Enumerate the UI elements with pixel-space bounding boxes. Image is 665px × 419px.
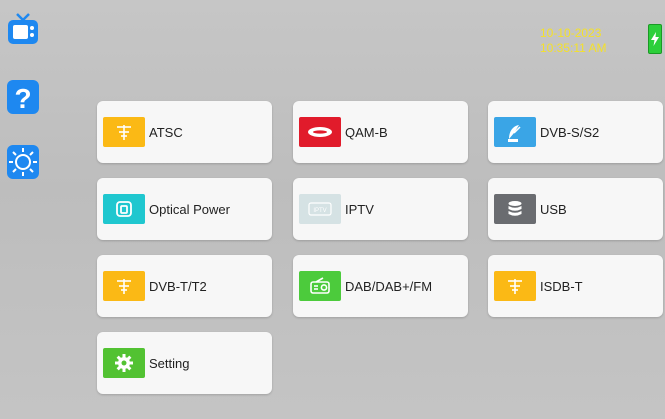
svg-text:?: ? — [14, 83, 31, 114]
iptv-icon: IPTV — [299, 194, 341, 224]
menu-item-dvb-t-t2[interactable]: DVB-T/T2 — [97, 255, 272, 317]
menu-item-label: DVB-S/S2 — [540, 124, 600, 140]
menu-item-label: IPTV — [345, 201, 374, 217]
menu-item-optical-power[interactable]: Optical Power — [97, 178, 272, 240]
datetime-display: 10-10-2023 10:35:11 AM — [540, 26, 607, 56]
optical-port-icon — [103, 194, 145, 224]
menu-item-isdb-t[interactable]: ISDB-T — [488, 255, 663, 317]
menu-item-label: Optical Power — [149, 201, 230, 217]
antenna-icon — [103, 117, 145, 147]
menu-item-qam-b[interactable]: QAM-B — [293, 101, 468, 163]
menu-item-dab-fm[interactable]: DAB/DAB+/FM — [293, 255, 468, 317]
antenna-icon — [103, 271, 145, 301]
battery-charging-icon — [648, 24, 662, 54]
database-icon — [494, 194, 536, 224]
menu-item-label: DAB/DAB+/FM — [345, 278, 433, 294]
menu-item-iptv[interactable]: IPTV IPTV — [293, 178, 468, 240]
menu-item-usb[interactable]: USB — [488, 178, 663, 240]
menu-item-label: USB — [540, 201, 567, 217]
menu-item-label: ATSC — [149, 124, 183, 140]
satellite-dish-icon — [494, 117, 536, 147]
svg-text:IPTV: IPTV — [313, 208, 326, 214]
radio-icon — [299, 271, 341, 301]
tv-icon[interactable] — [6, 12, 40, 46]
menu-item-label: ISDB-T — [540, 278, 583, 294]
menu-item-setting[interactable]: Setting — [97, 332, 272, 394]
date-text: 10-10-2023 — [540, 26, 602, 40]
gear-icon — [103, 348, 145, 378]
help-icon[interactable]: ? — [6, 80, 40, 114]
antenna-icon — [494, 271, 536, 301]
menu-item-label: QAM-B — [345, 124, 388, 140]
menu-item-dvb-s-s2[interactable]: DVB-S/S2 — [488, 101, 663, 163]
menu-item-label: DVB-T/T2 — [149, 278, 207, 294]
menu-item-atsc[interactable]: ATSC — [97, 101, 272, 163]
cable-icon — [299, 117, 341, 147]
brightness-icon[interactable] — [6, 145, 40, 179]
time-text: 10:35:11 AM — [540, 41, 607, 55]
menu-item-label: Setting — [149, 355, 190, 371]
